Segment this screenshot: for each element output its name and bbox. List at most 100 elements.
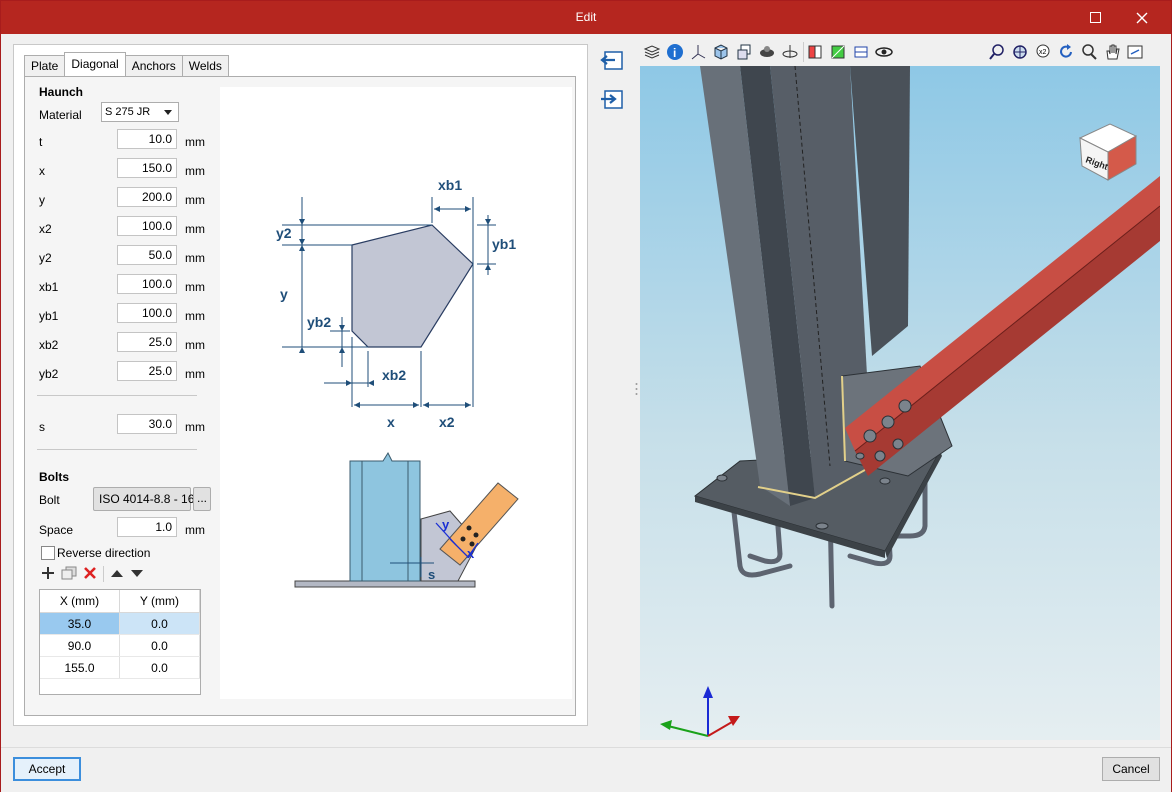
- field-yb1-input[interactable]: 100.0: [117, 303, 177, 323]
- field-xb2-unit: mm: [185, 338, 205, 352]
- pan-hand-icon[interactable]: [1102, 42, 1124, 62]
- field-y-label: y: [39, 193, 45, 207]
- tab-anchors[interactable]: Anchors: [124, 55, 183, 76]
- space-input[interactable]: 1.0: [117, 517, 177, 537]
- field-s-input[interactable]: 30.0: [117, 414, 177, 434]
- zoom-window-icon[interactable]: [1079, 42, 1101, 62]
- axes-icon[interactable]: [688, 42, 710, 62]
- field-t-unit: mm: [185, 135, 205, 149]
- refresh-icon[interactable]: [1056, 42, 1078, 62]
- haunch-form: Haunch Material S 275 JR t 10.0 mm x 150…: [25, 77, 215, 713]
- bolt-positions-table: X (mm) Y (mm) 35.0 0.0 90.0 0.0 155.0 0.…: [39, 589, 201, 695]
- field-y-unit: mm: [185, 193, 205, 207]
- table-row[interactable]: 90.0 0.0: [40, 634, 201, 657]
- visibility-icon[interactable]: [757, 42, 779, 62]
- tab-diagonal[interactable]: Diagonal: [64, 52, 126, 76]
- bolt-browse-button[interactable]: ...: [193, 487, 211, 511]
- field-s-unit: mm: [185, 420, 205, 434]
- close-button[interactable]: [1119, 1, 1165, 34]
- field-yb2-label: yb2: [39, 367, 59, 381]
- sketch-label-y: y: [442, 517, 450, 532]
- field-xb2-input[interactable]: 25.0: [117, 332, 177, 352]
- layers-icon[interactable]: [642, 42, 664, 62]
- material-value: S 275 JR: [105, 106, 151, 118]
- dim-label-x2: x2: [439, 414, 455, 430]
- move-up-icon[interactable]: [110, 567, 124, 582]
- duplicate-icon[interactable]: [61, 566, 77, 583]
- rotate-icon[interactable]: [780, 42, 802, 62]
- cell-x[interactable]: 155.0: [40, 656, 120, 679]
- field-x2-label: x2: [39, 222, 52, 236]
- cell-x[interactable]: 90.0: [40, 634, 120, 657]
- toolbar-divider: [103, 566, 104, 582]
- cancel-button[interactable]: Cancel: [1102, 757, 1160, 781]
- delete-icon[interactable]: [83, 566, 97, 583]
- table-row[interactable]: 155.0 0.0: [40, 656, 201, 679]
- maximize-button[interactable]: [1073, 1, 1119, 34]
- field-x2-input[interactable]: 100.0: [117, 216, 177, 236]
- properties-panel: Plate Diagonal Anchors Welds Haunch Mate…: [13, 44, 588, 726]
- tab-welds[interactable]: Welds: [181, 55, 229, 76]
- cell-x[interactable]: 35.0: [40, 612, 120, 635]
- field-y2-input[interactable]: 50.0: [117, 245, 177, 265]
- grid-icon[interactable]: [851, 42, 873, 62]
- info-icon[interactable]: i: [665, 42, 687, 62]
- edit-dialog: Edit Plate Diagonal Anchors Welds Haunch…: [0, 0, 1172, 792]
- field-yb1-unit: mm: [185, 309, 205, 323]
- dim-label-yb1: yb1: [492, 236, 516, 252]
- haunch-heading: Haunch: [39, 85, 84, 99]
- field-x-input[interactable]: 150.0: [117, 158, 177, 178]
- material-select[interactable]: S 275 JR: [101, 102, 179, 122]
- column-header-y[interactable]: Y (mm): [119, 590, 201, 613]
- cell-y[interactable]: 0.0: [119, 656, 201, 679]
- 3d-viewport[interactable]: Right: [640, 65, 1161, 740]
- table-row[interactable]: 35.0 0.0: [40, 612, 201, 635]
- section-icon[interactable]: [805, 42, 827, 62]
- zoom-extents-icon[interactable]: [1010, 42, 1032, 62]
- chevron-down-icon: [164, 110, 172, 115]
- tab-plate[interactable]: Plate: [24, 55, 66, 76]
- material-label: Material: [39, 108, 82, 122]
- field-yb2-input[interactable]: 25.0: [117, 361, 177, 381]
- cube-view-icon[interactable]: [711, 42, 733, 62]
- rotate-view-icon[interactable]: [1125, 42, 1147, 62]
- title-bar: Edit: [1, 1, 1171, 34]
- diagonal-tab-page: Haunch Material S 275 JR t 10.0 mm x 150…: [24, 76, 576, 716]
- field-y-input[interactable]: 200.0: [117, 187, 177, 207]
- cell-y[interactable]: 0.0: [119, 612, 201, 635]
- 3d-scene: Right: [640, 65, 1161, 740]
- cell-y[interactable]: 0.0: [119, 634, 201, 657]
- accept-button[interactable]: Accept: [13, 757, 81, 781]
- column-header-x[interactable]: X (mm): [40, 590, 120, 613]
- tab-strip: Plate Diagonal Anchors Welds: [24, 52, 229, 77]
- export-button[interactable]: [599, 87, 625, 113]
- field-xb1-unit: mm: [185, 280, 205, 294]
- arrow-left-box-icon: [600, 51, 623, 70]
- color-icon[interactable]: [828, 42, 850, 62]
- field-x2-unit: mm: [185, 222, 205, 236]
- separator: [37, 395, 197, 396]
- zoom-2x-icon[interactable]: x2: [1033, 42, 1055, 62]
- bolt-type-button[interactable]: ISO 4014-8.8 - 16: [93, 487, 194, 511]
- add-icon[interactable]: [41, 566, 55, 583]
- dim-label-y: y: [280, 286, 288, 302]
- sketch-label-s: s: [428, 567, 435, 582]
- reverse-direction-checkbox[interactable]: [41, 546, 55, 560]
- splitter-handle[interactable]: [635, 382, 638, 396]
- zoom-previous-icon[interactable]: [987, 42, 1009, 62]
- bolt-label: Bolt: [39, 493, 60, 507]
- eye-icon[interactable]: [874, 42, 896, 62]
- field-t-input[interactable]: 10.0: [117, 129, 177, 149]
- separator: [37, 449, 197, 450]
- dim-label-yb2: yb2: [307, 314, 331, 330]
- dialog-footer: Accept Cancel: [1, 747, 1171, 792]
- field-yb2-unit: mm: [185, 367, 205, 381]
- import-button[interactable]: [599, 48, 625, 74]
- connection-sketch: s y x: [294, 451, 519, 588]
- svg-text:i: i: [673, 46, 676, 60]
- field-x-unit: mm: [185, 164, 205, 178]
- field-xb1-input[interactable]: 100.0: [117, 274, 177, 294]
- sketch-label-x: x: [467, 546, 475, 561]
- multi-view-icon[interactable]: [734, 42, 756, 62]
- move-down-icon[interactable]: [130, 567, 144, 582]
